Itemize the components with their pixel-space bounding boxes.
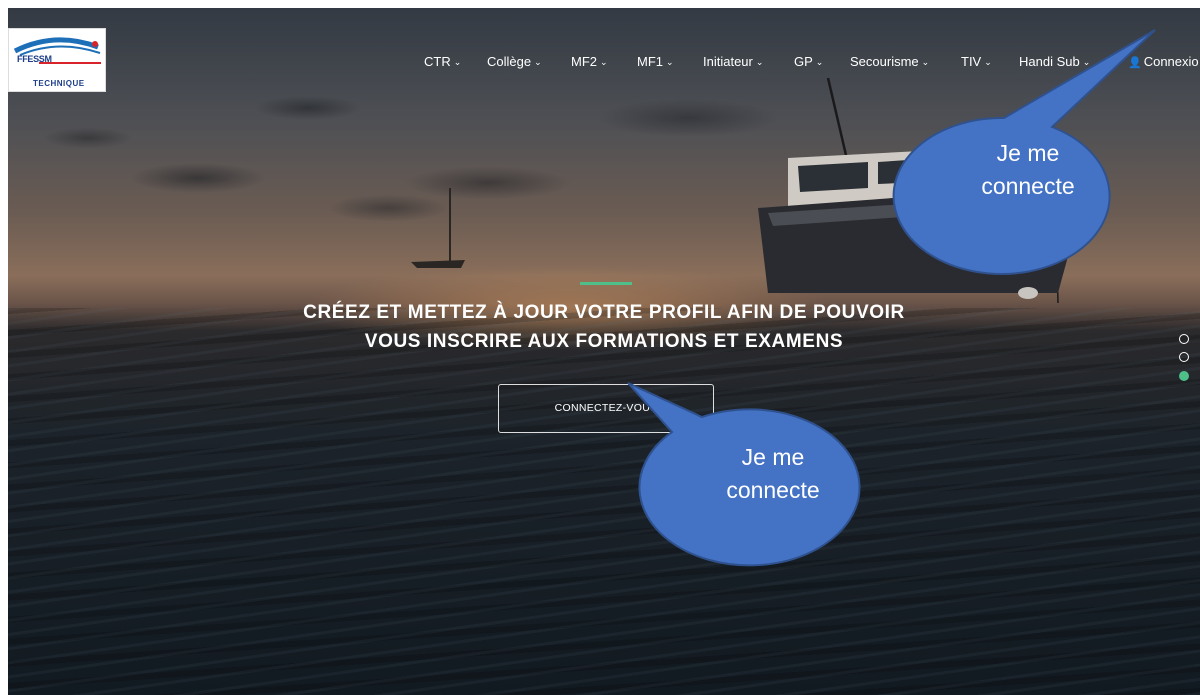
- slider-dot-1[interactable]: [1179, 334, 1189, 344]
- chevron-down-icon: ⌄: [815, 57, 824, 67]
- chevron-down-icon: ⌄: [600, 57, 608, 67]
- chevron-down-icon: ⌄: [755, 57, 764, 67]
- connect-button[interactable]: CONNECTEZ-VOUS: [498, 384, 714, 433]
- nav-item-secourisme[interactable]: Secourisme ⌄: [850, 54, 929, 69]
- nav-item-mf2[interactable]: MF2 ⌄: [571, 54, 608, 69]
- callout-text-top: Je me connecte: [981, 140, 1075, 199]
- headline-line-2: VOUS INSCRIRE AUX FORMATIONS ET EXAMENS: [364, 331, 844, 352]
- callout-text-bottom: Je me connecte: [726, 444, 820, 503]
- chevron-down-icon: ⌄: [666, 57, 674, 67]
- login-link[interactable]: 👤 Connexio: [1128, 54, 1199, 69]
- slider-dot-2[interactable]: [1179, 352, 1189, 362]
- nav-item-college[interactable]: Collège ⌄: [487, 54, 542, 69]
- connect-button-label: CONNECTEZ-VOUS: [554, 402, 658, 414]
- chevron-down-icon: ⌄: [534, 57, 542, 67]
- user-icon: 👤: [1128, 57, 1142, 69]
- sailboat-silhouette: [411, 188, 465, 268]
- chevron-down-icon: ⌄: [453, 57, 462, 67]
- chevron-down-icon: ⌄: [1082, 57, 1091, 67]
- chevron-down-icon: ⌄: [984, 57, 992, 67]
- main-navigation: CTR ⌄ Collège ⌄ MF2 ⌄ MF1 ⌄ Initiateur ⌄ GP ⌄ …: [0, 54, 1200, 74]
- hero-headline: CRÉEZ ET METTEZ À JOUR VOTRE PROFIL AFIN…: [200, 298, 1008, 356]
- nav-item-initiateur[interactable]: Initiateur ⌄: [703, 54, 763, 69]
- chevron-down-icon: ⌄: [921, 57, 930, 67]
- headline-accent-bar: [580, 282, 632, 285]
- nav-item-ctr[interactable]: CTR ⌄: [424, 54, 461, 69]
- slider-dot-3[interactable]: [1179, 371, 1189, 381]
- logo-subtitle: TECHNIQUE: [33, 79, 85, 88]
- nav-item-mf1[interactable]: MF1 ⌄: [637, 54, 674, 69]
- nav-item-gp[interactable]: GP ⌄: [794, 54, 823, 69]
- nav-item-handi-sub[interactable]: Handi Sub ⌄: [1019, 54, 1090, 69]
- headline-line-1: CRÉEZ ET METTEZ À JOUR VOTRE PROFIL AFIN…: [303, 302, 905, 323]
- nav-item-tiv[interactable]: TIV ⌄: [961, 54, 992, 69]
- sea-surface: [8, 308, 1200, 695]
